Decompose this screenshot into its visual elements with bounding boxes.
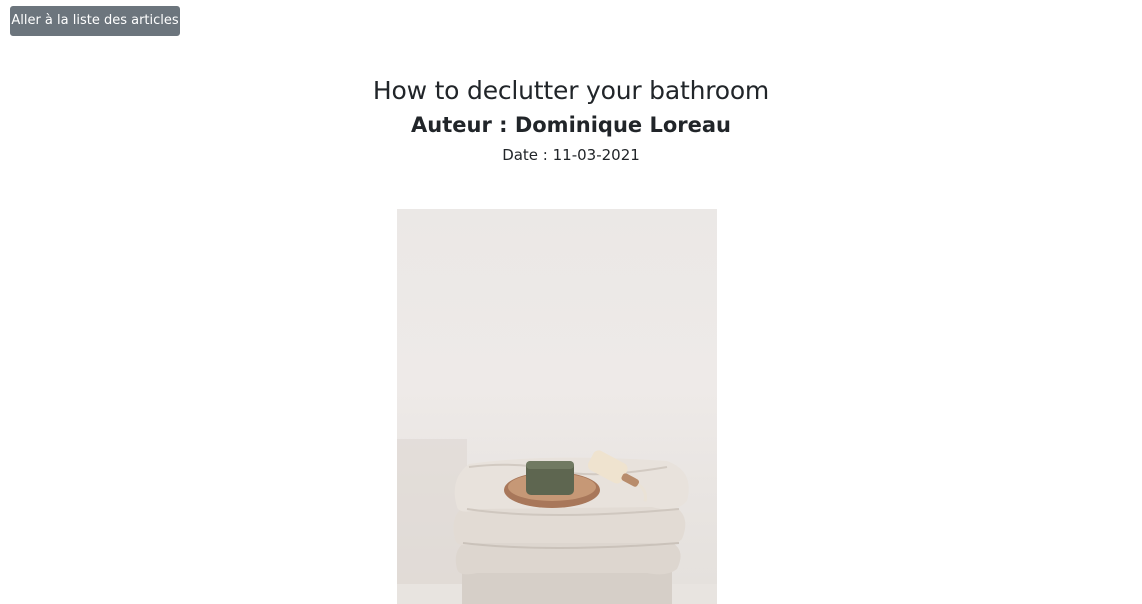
back-to-articles-button[interactable]: Aller à la liste des articles [10,6,180,36]
article-author: Auteur : Dominique Loreau [411,113,731,137]
article-title: How to declutter your bathroom [372,76,770,105]
article-image [397,209,717,604]
towels-soap-illustration [397,439,717,604]
article-date: Date : 11-03-2021 [502,146,640,164]
